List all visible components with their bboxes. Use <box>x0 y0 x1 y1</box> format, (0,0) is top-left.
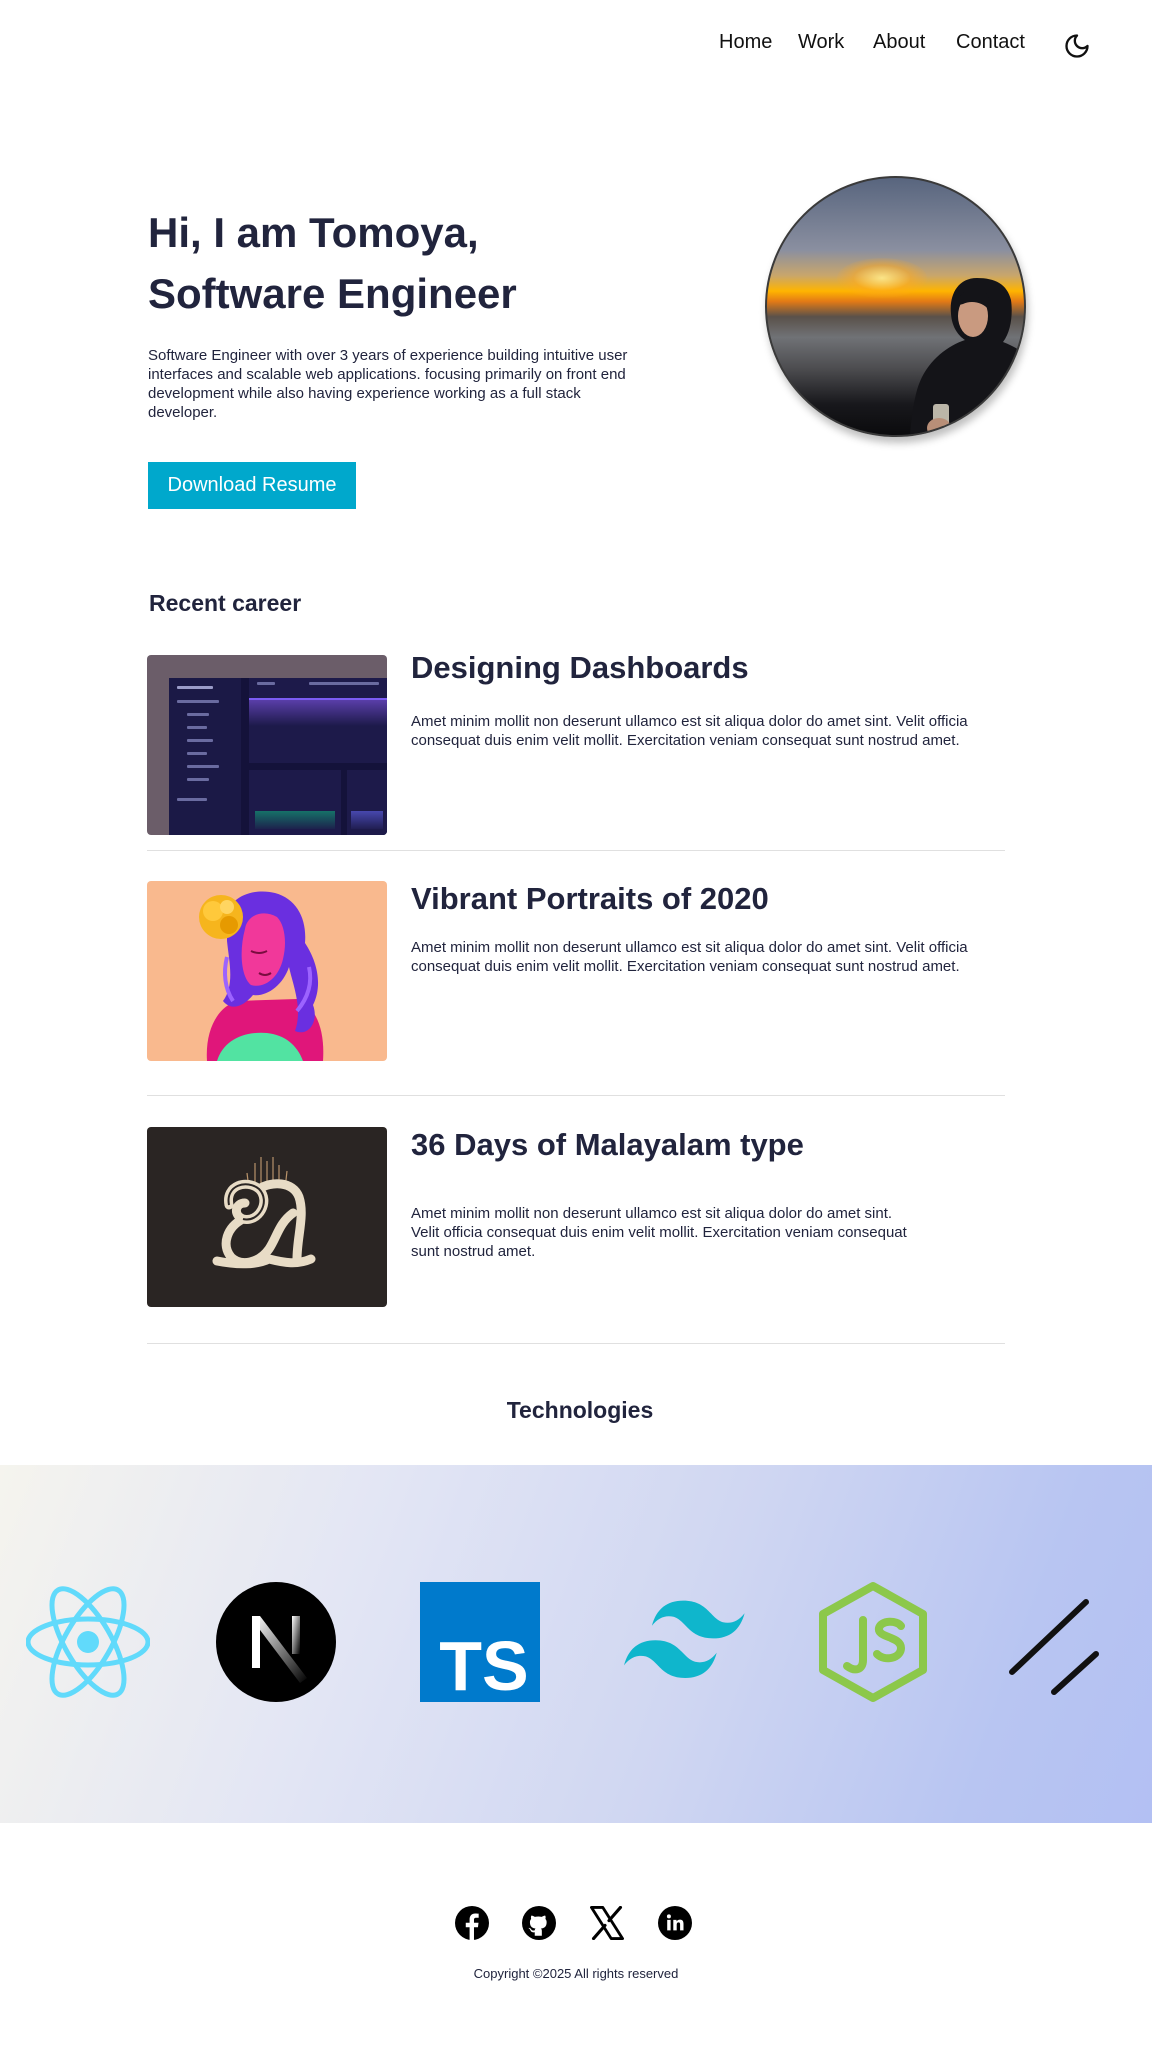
nav-link-work[interactable]: Work <box>798 31 844 54</box>
career-title: 36 Days of Malayalam type <box>411 1127 804 1162</box>
facebook-icon[interactable] <box>455 1906 489 1940</box>
dashboard-chart-panel <box>249 678 387 763</box>
portrait-illustration <box>199 891 324 1061</box>
technologies-band <box>0 1465 1152 1823</box>
career-divider <box>147 1095 1005 1096</box>
career-title: Vibrant Portraits of 2020 <box>411 881 769 916</box>
theme-toggle-button[interactable] <box>1063 32 1091 60</box>
career-divider <box>147 1343 1005 1344</box>
nav-link-contact[interactable]: Contact <box>956 31 1025 54</box>
profile-avatar <box>765 176 1026 437</box>
dashboard-kafka-panel <box>249 770 341 835</box>
dashboard-logstash-panel <box>347 770 387 835</box>
react-icon <box>26 1586 150 1698</box>
career-thumbnail-portrait <box>147 881 387 1061</box>
typescript-icon: TS <box>420 1582 540 1704</box>
recent-career-heading: Recent career <box>149 590 302 616</box>
career-description: Amet minim mollit non deserunt ullamco e… <box>411 713 968 749</box>
github-icon[interactable] <box>522 1906 556 1940</box>
x-icon[interactable] <box>590 1906 624 1940</box>
hero-title-line-1: Hi, I am Tomoya, <box>148 209 479 256</box>
avatar-person-silhouette <box>909 278 1024 435</box>
career-description: Amet minim mollit non deserunt ullamco e… <box>411 939 968 975</box>
malayalam-letter-illustration <box>212 1157 316 1269</box>
nextjs-icon <box>216 1582 336 1702</box>
copyright-text: Copyright ©2025 All rights reserved <box>473 1966 679 1981</box>
linkedin-icon[interactable] <box>658 1906 692 1940</box>
nodejs-icon <box>819 1582 927 1702</box>
career-thumbnail-malayalam-type <box>147 1127 387 1307</box>
career-description: Amet minim mollit non deserunt ullamco e… <box>411 1205 907 1260</box>
hero-title-line-2: Software Engineer <box>148 270 517 317</box>
career-divider <box>147 850 1005 851</box>
typescript-label: TS <box>439 1627 528 1704</box>
dashboard-sidebar <box>169 678 241 835</box>
tailwind-icon <box>624 1600 745 1678</box>
nav-link-home[interactable]: Home <box>719 31 772 54</box>
career-thumbnail-dashboard <box>147 655 387 835</box>
hero-title: Hi, I am Tomoya, Software Engineer <box>148 202 748 324</box>
dashboard-line-chart <box>249 698 387 726</box>
download-resume-button[interactable]: Download Resume <box>148 462 356 509</box>
career-title: Designing Dashboards <box>411 650 749 685</box>
technologies-heading: Technologies <box>506 1397 654 1423</box>
hero-description: Software Engineer with over 3 years of e… <box>148 347 628 421</box>
dashboard-window <box>169 678 387 835</box>
nav-link-about[interactable]: About <box>873 31 925 54</box>
shadcn-icon <box>1009 1599 1099 1695</box>
moon-icon <box>1065 34 1089 58</box>
top-nav: Home Work About Contact <box>0 0 1152 90</box>
